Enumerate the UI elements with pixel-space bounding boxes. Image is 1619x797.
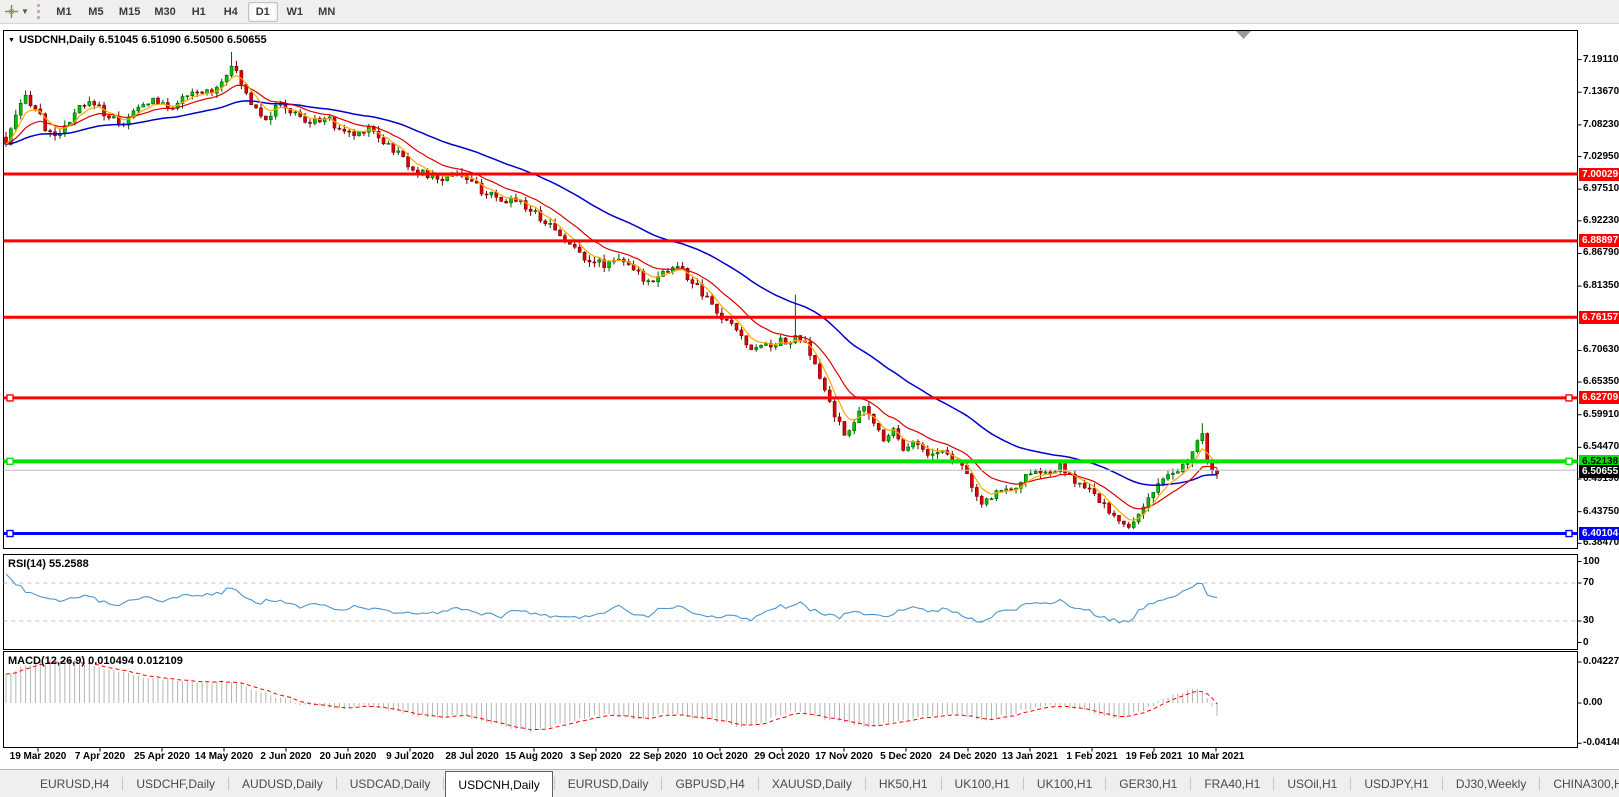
tab-audusd-daily[interactable]: AUDUSD,Daily	[230, 770, 335, 797]
tab-uk100-h1[interactable]: UK100,H1	[1025, 770, 1104, 797]
tab-separator	[864, 777, 866, 790]
tab-separator	[443, 777, 445, 790]
tf-button-h4[interactable]: H4	[216, 2, 246, 22]
tab-separator	[757, 777, 759, 790]
tab-xauusd-daily[interactable]: XAUUSD,Daily	[760, 770, 864, 797]
tf-button-w1[interactable]: W1	[280, 2, 310, 22]
tab-uk100-h1[interactable]: UK100,H1	[943, 770, 1022, 797]
tab-usdcad-daily[interactable]: USDCAD,Daily	[338, 770, 443, 797]
tf-button-d1[interactable]: D1	[247, 1, 278, 22]
tab-separator	[553, 777, 555, 790]
tab-usdcnh-daily[interactable]: USDCNH,Daily	[445, 771, 553, 797]
tf-button-m30[interactable]: M30	[148, 2, 181, 22]
hline-handle[interactable]	[6, 457, 14, 466]
tab-separator	[335, 777, 337, 790]
tab-separator	[122, 777, 124, 790]
tab-china300-h1[interactable]: CHINA300,H1	[1541, 770, 1619, 797]
tab-separator	[661, 777, 663, 790]
hline-handle[interactable]	[6, 529, 14, 538]
tab-ger30-h1[interactable]: GER30,H1	[1107, 770, 1189, 797]
cursor-tool-dropdown-icon[interactable]: ▼	[21, 7, 29, 16]
hline-handle[interactable]	[6, 394, 14, 402]
cursor-tool-icon[interactable]	[2, 3, 20, 21]
tab-separator	[1273, 777, 1275, 790]
toolbar-drag-grip[interactable]	[36, 4, 41, 19]
tab-eurusd-daily[interactable]: EURUSD,Daily	[556, 770, 661, 797]
timeframe-toolbar: ▼ M1 M5 M15 M30 H1 H4 D1 W1 MN	[0, 0, 1619, 24]
tab-usdchf-daily[interactable]: USDCHF,Daily	[124, 770, 227, 797]
hline-handle[interactable]	[1565, 529, 1573, 538]
hline-handle[interactable]	[1565, 394, 1573, 402]
tab-dj30-weekly[interactable]: DJ30,Weekly	[1444, 770, 1538, 797]
tab-separator	[1441, 777, 1443, 790]
tf-button-m5[interactable]: M5	[81, 2, 111, 22]
tf-button-m15[interactable]: M15	[113, 2, 146, 22]
hline-handle[interactable]	[1565, 457, 1573, 466]
tab-separator	[228, 777, 230, 790]
tf-button-m1[interactable]: M1	[49, 2, 79, 22]
tf-button-mn[interactable]: MN	[312, 2, 342, 22]
tab-separator	[940, 777, 942, 790]
tab-separator	[1105, 777, 1107, 790]
tab-hk50-h1[interactable]: HK50,H1	[867, 770, 940, 797]
tab-separator	[1022, 777, 1024, 790]
tab-separator	[1350, 777, 1352, 790]
tab-usdjpy-h1[interactable]: USDJPY,H1	[1352, 770, 1440, 797]
tab-fra40-h1[interactable]: FRA40,H1	[1192, 770, 1272, 797]
tf-button-h1[interactable]: H1	[184, 2, 214, 22]
chart-canvas[interactable]	[0, 0, 1619, 797]
tab-separator	[1539, 777, 1541, 790]
instrument-tab-bar: EURUSD,H4 USDCHF,Daily AUDUSD,Daily USDCAD,…	[0, 769, 1619, 797]
tab-separator	[1190, 777, 1192, 790]
tab-usoil-h1[interactable]: USOil,H1	[1275, 770, 1349, 797]
tab-gbpusd-h4[interactable]: GBPUSD,H4	[663, 770, 756, 797]
tab-eurusd-h4[interactable]: EURUSD,H4	[28, 770, 121, 797]
